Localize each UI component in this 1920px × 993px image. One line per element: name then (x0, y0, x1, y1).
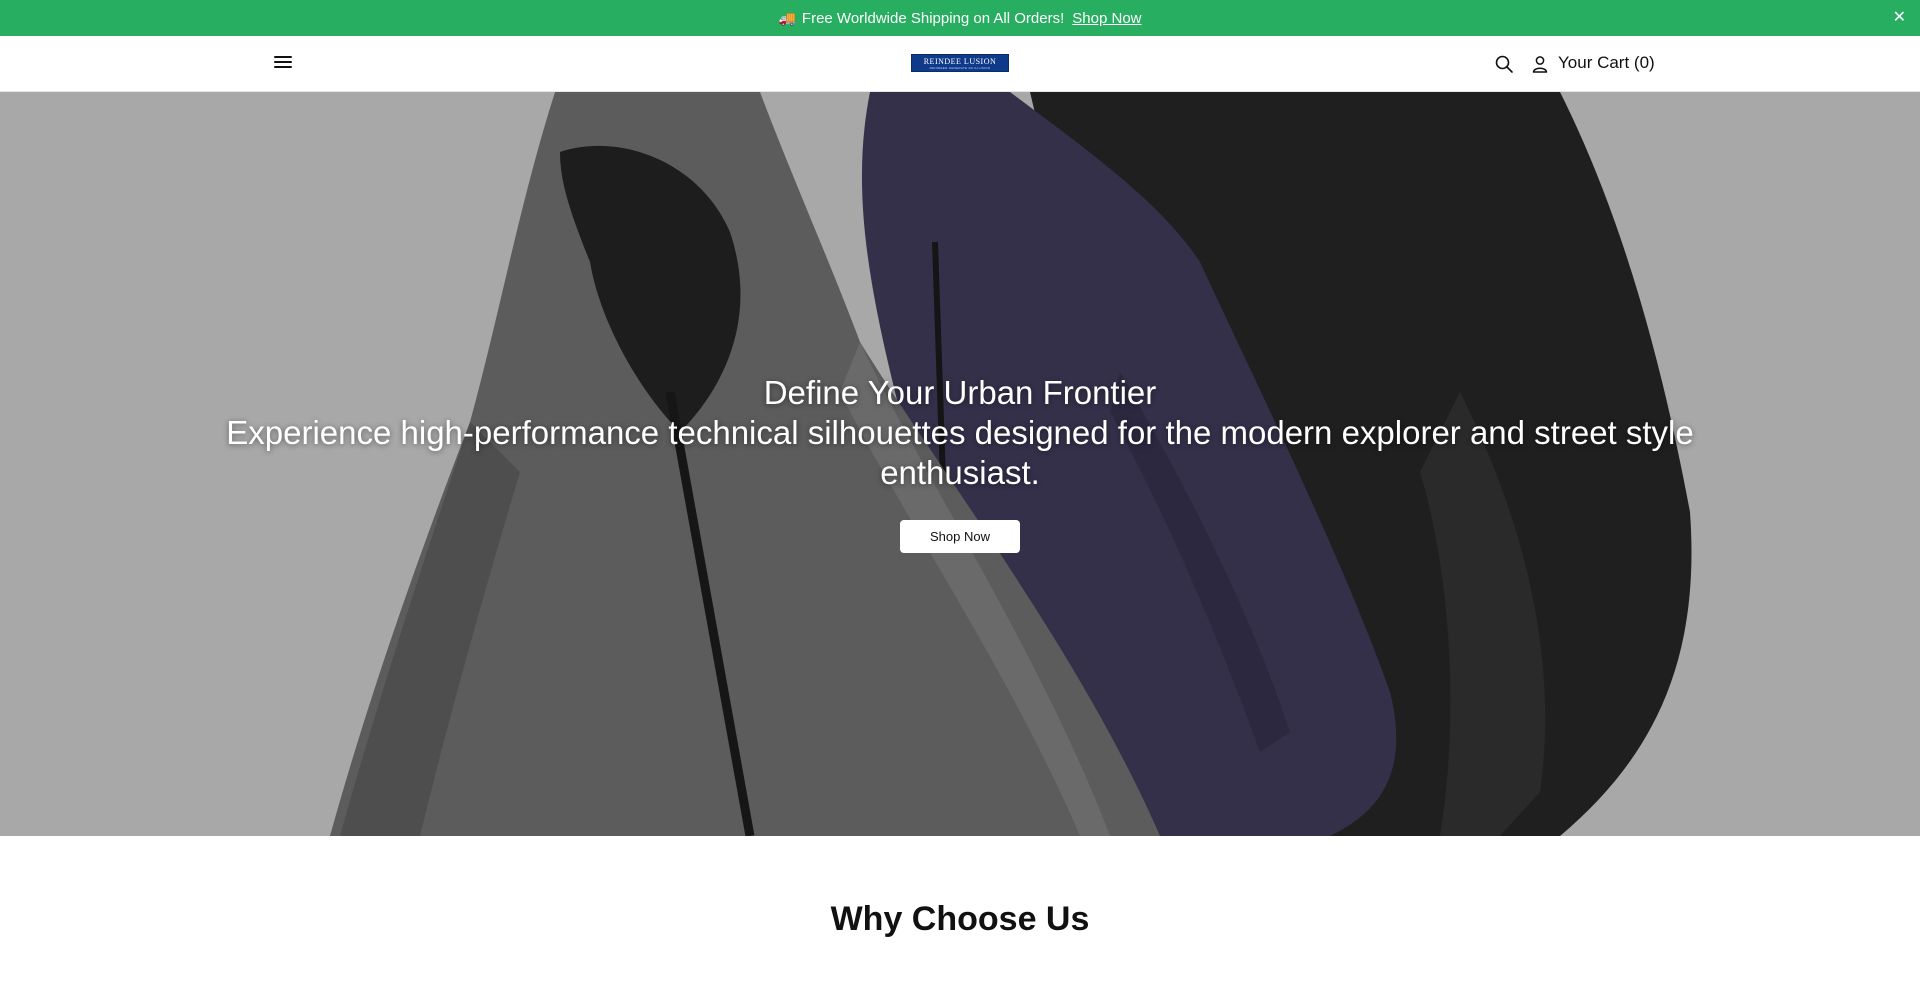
hero-banner: Define Your Urban Frontier Experience hi… (0, 92, 1920, 836)
hamburger-menu-icon[interactable] (272, 53, 294, 75)
brand-logo[interactable]: REINDEE LUSION REINDEER GENERATE AN ILLU… (911, 54, 1009, 72)
logo-tagline: REINDEER GENERATE AN ILLUSION (929, 65, 991, 70)
cart-link[interactable]: Your Cart (0) (1558, 53, 1655, 73)
user-icon[interactable] (1530, 54, 1550, 74)
search-icon[interactable] (1494, 54, 1514, 74)
announcement-shop-now-link[interactable]: Shop Now (1072, 10, 1141, 27)
hero-text-block: Define Your Urban Frontier Experience hi… (0, 373, 1920, 493)
hero-shop-now-button[interactable]: Shop Now (900, 520, 1020, 553)
close-icon[interactable]: ✕ (1893, 9, 1906, 27)
announcement-bar: 🚚 Free Worldwide Shipping on All Orders!… (0, 0, 1920, 36)
why-choose-us-heading: Why Choose Us (830, 900, 1090, 938)
logo-wordmark: REINDEE LUSION (923, 56, 997, 66)
announcement-text: Free Worldwide Shipping on All Orders! (801, 9, 1065, 27)
hero-subtitle: Experience high-performance technical si… (226, 414, 1694, 491)
site-header: REINDEE LUSION REINDEER GENERATE AN ILLU… (0, 36, 1920, 92)
truck-icon: 🚚 (778, 9, 796, 26)
hero-title: Define Your Urban Frontier (763, 374, 1157, 411)
